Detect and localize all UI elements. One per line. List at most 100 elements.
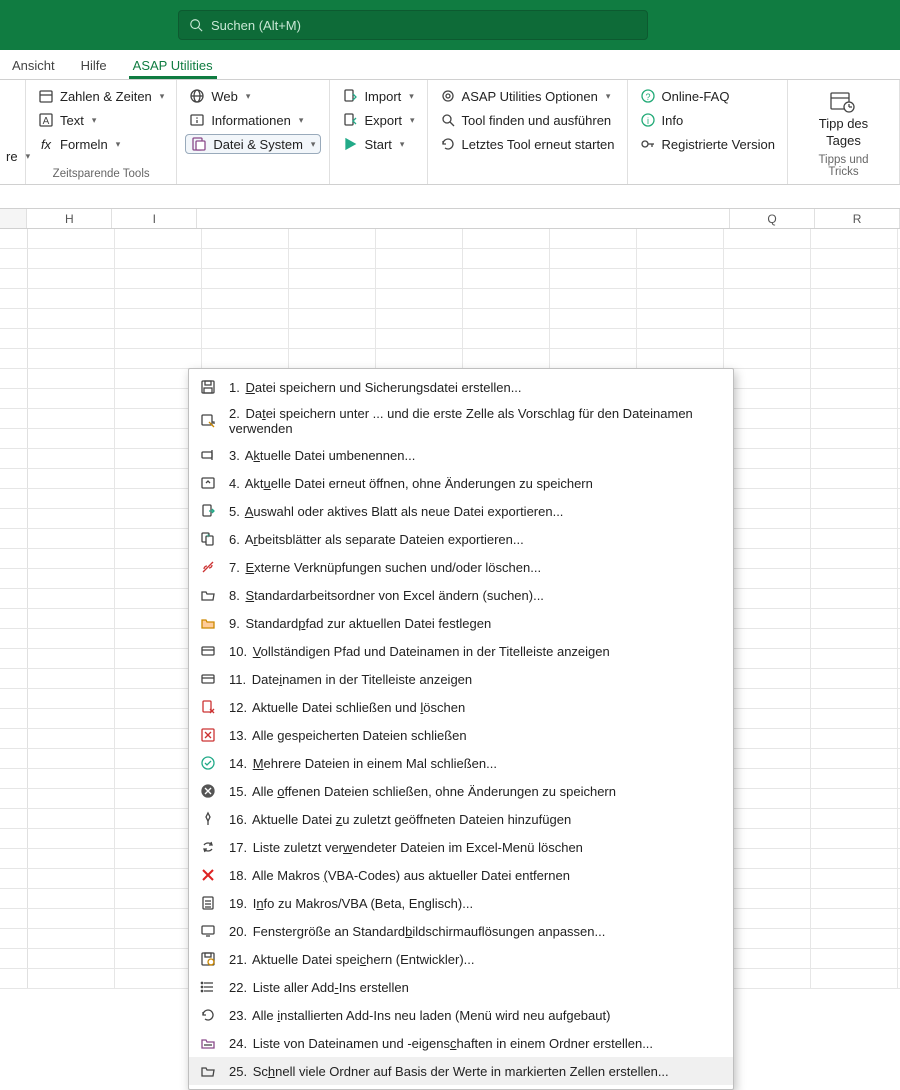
row-number[interactable] [0,389,28,408]
cell[interactable] [28,289,115,308]
cell[interactable] [724,589,811,608]
cell[interactable] [28,729,115,748]
cell[interactable] [28,469,115,488]
row-number[interactable] [0,449,28,468]
row-number[interactable] [0,369,28,388]
cell[interactable] [550,249,637,268]
cell[interactable] [28,689,115,708]
row-number[interactable] [0,609,28,628]
menu-item-6[interactable]: +6. Arbeitsblätter als separate Dateien … [189,525,733,553]
row-number[interactable] [0,689,28,708]
row-number[interactable] [0,949,28,968]
cell[interactable] [637,249,724,268]
cell[interactable] [202,309,289,328]
ribbon-btn-tip[interactable]: Tipp des Tages [813,86,874,152]
cell[interactable] [811,249,898,268]
ribbon-btn-text[interactable]: A Text▾ [34,110,168,130]
cell[interactable] [28,409,115,428]
cell[interactable] [811,509,898,528]
cell[interactable] [724,889,811,908]
cell[interactable] [811,229,898,248]
cell[interactable] [376,329,463,348]
menu-item-24[interactable]: 24. Liste von Dateinamen und -eigenschaf… [189,1029,733,1057]
cell[interactable] [376,309,463,328]
cell[interactable] [811,289,898,308]
cell[interactable] [28,329,115,348]
cell[interactable] [811,869,898,888]
cell[interactable] [724,509,811,528]
cell[interactable] [724,249,811,268]
cell[interactable] [811,889,898,908]
cell[interactable] [724,369,811,388]
cell[interactable] [28,609,115,628]
cell[interactable] [724,749,811,768]
cell[interactable] [202,269,289,288]
menu-item-10[interactable]: 10. Vollständigen Pfad und Dateinamen in… [189,637,733,665]
ribbon-btn-informationen[interactable]: Informationen▾ [185,110,321,130]
cell[interactable] [28,809,115,828]
cell[interactable] [724,289,811,308]
cell[interactable] [28,749,115,768]
cell[interactable] [289,229,376,248]
cell[interactable] [724,909,811,928]
cell[interactable] [115,269,202,288]
cell[interactable] [811,669,898,688]
row-number[interactable] [0,269,28,288]
ribbon-btn-formeln[interactable]: fx Formeln▾ [34,134,168,154]
cell[interactable] [811,369,898,388]
menu-item-14[interactable]: 14. Mehrere Dateien in einem Mal schließ… [189,749,733,777]
cell[interactable] [202,349,289,368]
cell[interactable] [811,629,898,648]
cell[interactable] [637,329,724,348]
row-number[interactable] [0,429,28,448]
cell[interactable] [724,429,811,448]
row-number[interactable] [0,769,28,788]
cell[interactable] [811,769,898,788]
cell[interactable] [724,969,811,988]
cell[interactable] [28,569,115,588]
cell[interactable] [550,229,637,248]
cell[interactable] [811,449,898,468]
select-all-corner[interactable] [0,209,27,228]
cell[interactable] [28,849,115,868]
menu-item-8[interactable]: 8. Standardarbeitsordner von Excel änder… [189,581,733,609]
row-number[interactable] [0,849,28,868]
cell[interactable] [28,249,115,268]
cell[interactable] [724,309,811,328]
cell[interactable] [115,249,202,268]
cell[interactable] [202,229,289,248]
cell[interactable] [28,969,115,988]
cell[interactable] [289,289,376,308]
cell[interactable] [28,389,115,408]
cell[interactable] [463,309,550,328]
ribbon-btn-export[interactable]: Export▾ [338,110,418,130]
menu-item-12[interactable]: 12. Aktuelle Datei schließen und löschen [189,693,733,721]
cell[interactable] [376,289,463,308]
menu-item-23[interactable]: 23. Alle installierten Add-Ins neu laden… [189,1001,733,1029]
menu-item-11[interactable]: 11. Dateinamen in der Titelleiste anzeig… [189,665,733,693]
cell[interactable] [811,489,898,508]
ribbon-btn-letztes[interactable]: Letztes Tool erneut starten [436,134,619,154]
menu-item-9[interactable]: 9. Standardpfad zur aktuellen Datei fest… [189,609,733,637]
cell[interactable] [811,949,898,968]
cell[interactable] [463,349,550,368]
cell[interactable] [724,269,811,288]
cell[interactable] [28,369,115,388]
cell[interactable] [550,309,637,328]
cell[interactable] [550,289,637,308]
ribbon-btn-datei-system[interactable]: Datei & System▾ [185,134,321,154]
cell[interactable] [463,329,550,348]
cell[interactable] [28,429,115,448]
row-number[interactable] [0,649,28,668]
cell[interactable] [28,889,115,908]
cell[interactable] [463,249,550,268]
cell[interactable] [724,789,811,808]
row-number[interactable] [0,909,28,928]
cell[interactable] [724,849,811,868]
row-number[interactable] [0,969,28,988]
cell[interactable] [637,349,724,368]
row-number[interactable] [0,669,28,688]
cell[interactable] [115,309,202,328]
row-number[interactable] [0,469,28,488]
cell[interactable] [637,229,724,248]
